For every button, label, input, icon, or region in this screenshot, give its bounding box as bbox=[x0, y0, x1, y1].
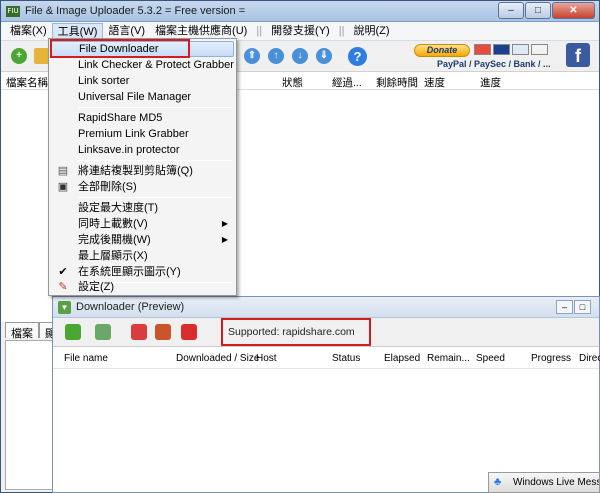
wrench-icon: ✎ bbox=[58, 281, 68, 293]
menu-item-settings[interactable]: ✎ 設定(Z) bbox=[51, 279, 234, 295]
column-downloaded-size[interactable]: Downloaded / Size bbox=[176, 353, 259, 364]
menu-item-label: 設定(Z) bbox=[78, 281, 115, 293]
maximize-button[interactable]: □ bbox=[525, 2, 551, 19]
menu-separator bbox=[78, 197, 232, 198]
window-title: File & Image Uploader 5.3.2 = Free versi… bbox=[25, 5, 246, 17]
facebook-icon[interactable]: f bbox=[566, 43, 590, 67]
menu-item-linksave-protector[interactable]: Linksave.in protector bbox=[51, 142, 234, 158]
messenger-icon: ♣ bbox=[494, 476, 502, 488]
menu-help[interactable]: 說明(Z) bbox=[348, 23, 394, 40]
menu-item-link-checker[interactable]: Link Checker & Protect Grabber bbox=[51, 57, 234, 73]
title-bar[interactable]: FIU File & Image Uploader 5.3.2 = Free v… bbox=[1, 1, 599, 22]
clipboard-icon: ▤ bbox=[57, 165, 69, 177]
move-top-icon[interactable]: ⇑ bbox=[244, 48, 260, 64]
wlm-label: Windows Live Messenger bbox=[513, 477, 600, 488]
highlight-box-supported bbox=[221, 318, 371, 346]
menu-develop[interactable]: 開發支援(Y) bbox=[266, 23, 335, 40]
menu-language[interactable]: 語言(V) bbox=[103, 23, 150, 40]
menu-item-file-manager[interactable]: Universal File Manager bbox=[51, 89, 234, 105]
add-icon[interactable] bbox=[65, 324, 81, 340]
help-icon[interactable]: ? bbox=[348, 47, 367, 66]
menu-item-tray-icon[interactable]: ✔ 在系統匣顯示圖示(Y) bbox=[51, 264, 234, 280]
menu-file[interactable]: 檔案(X) bbox=[5, 23, 52, 40]
menu-hosts[interactable]: 檔案主機供應商(U) bbox=[150, 23, 252, 40]
menu-item-label: 同時上載數(V) bbox=[78, 218, 148, 230]
remove-icon[interactable] bbox=[131, 324, 147, 340]
menu-separator: || bbox=[338, 25, 345, 37]
delete-icon: ▣ bbox=[57, 181, 69, 193]
column-host[interactable]: Host bbox=[256, 353, 277, 364]
menu-separator: || bbox=[256, 25, 263, 37]
app-icon: FIU bbox=[6, 6, 20, 17]
column-filename[interactable]: 檔案名稱 bbox=[6, 75, 48, 90]
import-icon[interactable] bbox=[95, 324, 111, 340]
column-elapsed[interactable]: 經過... bbox=[332, 75, 362, 90]
payment-methods-text: PayPal / PaySec / Bank / ... bbox=[437, 59, 551, 69]
forward-icon[interactable] bbox=[155, 324, 171, 340]
column-remaining[interactable]: Remain... bbox=[427, 353, 470, 364]
donate-button[interactable]: Donate bbox=[414, 44, 470, 57]
visa-icon bbox=[493, 44, 510, 55]
column-progress[interactable]: 進度 bbox=[480, 75, 501, 90]
move-up-icon[interactable]: ↑ bbox=[268, 48, 284, 64]
column-remaining[interactable]: 剩餘時間 bbox=[376, 75, 418, 90]
menu-item-shutdown-after[interactable]: 完成後關機(W) ▶ bbox=[51, 232, 234, 248]
menu-item-max-speed[interactable]: 設定最大速度(T) bbox=[51, 200, 234, 216]
payment-cards bbox=[474, 44, 548, 55]
move-down-icon[interactable]: ↓ bbox=[292, 48, 308, 64]
tab-files[interactable]: 檔案 bbox=[5, 322, 39, 340]
highlight-box-file-downloader bbox=[50, 39, 190, 58]
downloader-title: Downloader (Preview) bbox=[76, 301, 185, 313]
submenu-arrow-icon: ▶ bbox=[221, 219, 228, 228]
menu-separator bbox=[78, 160, 232, 161]
move-bottom-icon[interactable]: ⇓ bbox=[316, 48, 332, 64]
downloader-app-icon: ▼ bbox=[58, 301, 71, 314]
downloader-table-header: File name Downloaded / Size Host Status … bbox=[53, 347, 600, 369]
menu-item-label: 將連結複製到剪貼簿(Q) bbox=[78, 165, 193, 177]
stop-icon[interactable] bbox=[181, 324, 197, 340]
menu-separator bbox=[78, 107, 232, 108]
column-status[interactable]: Status bbox=[332, 353, 360, 364]
menu-item-label: 全部刪除(S) bbox=[78, 181, 137, 193]
mastercard-icon bbox=[474, 44, 491, 55]
tools-dropdown-menu: File Downloader Link Checker & Protect G… bbox=[48, 38, 237, 296]
menu-item-always-on-top[interactable]: 最上層顯示(X) bbox=[51, 248, 234, 264]
menu-item-premium-link-grabber[interactable]: Premium Link Grabber bbox=[51, 126, 234, 142]
add-icon[interactable]: + bbox=[11, 48, 27, 64]
column-directory[interactable]: Direc... bbox=[579, 353, 600, 364]
minimize-button[interactable]: – bbox=[498, 2, 524, 19]
menu-item-copy-links[interactable]: ▤ 將連結複製到剪貼簿(Q) bbox=[51, 163, 234, 179]
bank-icon bbox=[531, 44, 548, 55]
menu-item-link-sorter[interactable]: Link sorter bbox=[51, 73, 234, 89]
menu-item-delete-all[interactable]: ▣ 全部刪除(S) bbox=[51, 179, 234, 195]
column-progress[interactable]: Progress bbox=[531, 353, 571, 364]
column-speed[interactable]: 速度 bbox=[424, 75, 445, 90]
column-speed[interactable]: Speed bbox=[476, 353, 505, 364]
card-icon bbox=[512, 44, 529, 55]
menu-item-label: 完成後關機(W) bbox=[78, 234, 151, 246]
downloader-title-bar[interactable]: ▼ Downloader (Preview) – □ bbox=[53, 297, 599, 318]
menu-tools[interactable]: 工具(W) bbox=[51, 22, 104, 40]
close-button[interactable]: ✕ bbox=[552, 2, 595, 19]
column-elapsed[interactable]: Elapsed bbox=[384, 353, 420, 364]
menu-item-rapidshare-md5[interactable]: RapidShare MD5 bbox=[51, 110, 234, 126]
downloader-minimize-button[interactable]: – bbox=[556, 300, 573, 314]
menu-item-label: 在系統匣顯示圖示(Y) bbox=[78, 266, 181, 278]
submenu-arrow-icon: ▶ bbox=[221, 235, 228, 244]
windows-live-messenger-tab[interactable]: ♣ Windows Live Messenger bbox=[488, 472, 600, 493]
checkmark-icon: ✔ bbox=[58, 266, 68, 278]
downloader-maximize-button[interactable]: □ bbox=[574, 300, 591, 314]
column-file-name[interactable]: File name bbox=[64, 353, 108, 364]
column-status[interactable]: 狀態 bbox=[282, 75, 303, 90]
menu-item-simultaneous-uploads[interactable]: 同時上載數(V) ▶ bbox=[51, 216, 234, 232]
